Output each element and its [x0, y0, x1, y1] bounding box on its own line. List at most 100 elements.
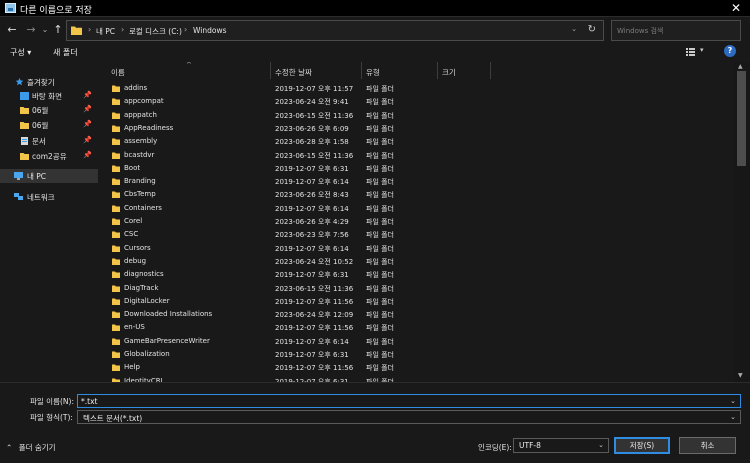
column-divider[interactable] [437, 62, 438, 79]
breadcrumb-local-disk[interactable]: 로컬 디스크 (C:) [129, 26, 182, 37]
list-item[interactable]: Containers 2019-12-07 오후 6:14 파일 폴더 [100, 203, 734, 216]
file-type: 파일 폴더 [366, 351, 394, 359]
list-item[interactable]: debug 2023-06-24 오전 10:52 파일 폴더 [100, 256, 734, 269]
folder-icon [112, 324, 120, 332]
breadcrumb-my-pc[interactable]: 내 PC [96, 26, 115, 37]
scrollbar-thumb[interactable] [737, 71, 746, 166]
list-item[interactable]: Boot 2019-12-07 오후 6:31 파일 폴더 [100, 163, 734, 176]
desktop-folder-icon [20, 92, 29, 100]
vertical-scrollbar[interactable]: ▲ ▼ [734, 62, 750, 382]
encoding-select[interactable]: UTF-8 ⌄ [513, 438, 609, 453]
cancel-button[interactable]: 취소 [679, 437, 736, 454]
view-options-dropdown[interactable]: ▾ [700, 46, 704, 54]
file-name: bcastdvr [124, 150, 155, 159]
file-date-modified: 2019-12-07 오후 6:31 [275, 164, 349, 173]
file-type: 파일 폴더 [366, 164, 394, 173]
breadcrumb-windows[interactable]: Windows [193, 26, 226, 35]
address-bar[interactable]: › 내 PC › 로컬 디스크 (C:) › Windows ⌄ ↻ [66, 20, 604, 41]
sidebar-item-quick-access[interactable]: 즐겨찾기 [0, 75, 98, 89]
file-date-modified: 2019-12-07 오후 6:14 [275, 204, 349, 213]
file-type: 파일 폴더 [366, 297, 394, 306]
save-options-panel: 파일 이름(N): ⌄ 파일 형식(T): 텍스트 문서(*.txt) ⌄ ⌃ … [0, 382, 750, 463]
file-list: ^ 이름 수정한 날짜 유형 크기 addins 2019-12-07 오후 11… [100, 62, 734, 382]
sidebar-item-com2-share[interactable]: com2공유 📌 [0, 149, 98, 163]
column-header-size[interactable]: 크기 [442, 67, 456, 78]
column-divider[interactable] [490, 62, 491, 79]
file-name: appcompat [124, 97, 164, 106]
scroll-down-button[interactable]: ▼ [738, 372, 743, 379]
sidebar-item-my-pc[interactable]: 내 PC [0, 169, 98, 183]
folder-icon [112, 178, 120, 186]
breadcrumb-separator: › [121, 25, 125, 34]
list-item[interactable]: Corel 2023-06-26 오후 4:29 파일 폴더 [100, 216, 734, 229]
folder-icon [112, 98, 120, 106]
list-item[interactable]: Globalization 2019-12-07 오후 6:31 파일 폴더 [100, 349, 734, 362]
back-button[interactable]: ← [5, 22, 19, 38]
column-divider[interactable] [270, 62, 271, 79]
list-item[interactable]: GameBarPresenceWriter 2019-12-07 오후 6:14 파… [100, 336, 734, 349]
column-divider[interactable] [361, 62, 362, 79]
sidebar-item-06-month[interactable]: 06월 📌 [0, 103, 98, 117]
forward-button[interactable]: → [24, 22, 38, 38]
column-header-date-modified[interactable]: 수정한 날짜 [275, 67, 312, 78]
list-item[interactable]: en-US 2019-12-07 오후 11:56 파일 폴더 [100, 322, 734, 335]
file-name: CbsTemp [124, 190, 156, 199]
file-date-modified: 2019-12-07 오후 11:56 [275, 297, 354, 306]
search-input[interactable] [617, 24, 727, 37]
refresh-button[interactable]: ↻ [588, 24, 596, 35]
address-dropdown-button[interactable]: ⌄ [571, 25, 577, 33]
filetype-select[interactable]: 텍스트 문서(*.txt) ⌄ [77, 410, 741, 424]
sidebar-item-documents[interactable]: 문서 📌 [0, 134, 98, 148]
save-button[interactable]: 저장(S) [614, 437, 670, 454]
file-type: 파일 폴더 [366, 231, 394, 240]
sidebar-item-desktop[interactable]: 바탕 화면 📌 [0, 89, 98, 103]
list-item[interactable]: CSC 2023-06-23 오후 7:56 파일 폴더 [100, 229, 734, 242]
list-item[interactable]: DigitalLocker 2019-12-07 오후 11:56 파일 폴더 [100, 296, 734, 309]
list-item[interactable]: AppReadiness 2023-06-26 오후 6:09 파일 폴더 [100, 123, 734, 136]
list-item[interactable]: Branding 2019-12-07 오후 6:14 파일 폴더 [100, 176, 734, 189]
filetype-dropdown-button[interactable]: ⌄ [730, 413, 736, 421]
list-item[interactable]: addins 2019-12-07 오후 11:57 파일 폴더 [100, 83, 734, 96]
view-options-icon[interactable] [686, 48, 695, 56]
folder-icon [112, 351, 120, 358]
column-header-name[interactable]: 이름 [111, 67, 125, 78]
organize-button[interactable]: 구성 ▾ [10, 47, 31, 58]
sidebar-item-label: 네트워크 [27, 193, 55, 202]
file-date-modified: 2023-06-15 오전 11:36 [275, 151, 354, 160]
sidebar-item-label: 문서 [32, 137, 46, 146]
recent-locations-button[interactable]: ⌄ [38, 22, 52, 38]
file-type: 파일 폴더 [366, 218, 394, 226]
list-item[interactable]: diagnostics 2019-12-07 오후 6:31 파일 폴더 [100, 269, 734, 282]
folder-icon [112, 298, 120, 305]
list-item[interactable]: Downloaded Installations 2023-06-24 오후 12… [100, 309, 734, 322]
sidebar-item-06-month-2[interactable]: 06월 📌 [0, 118, 98, 132]
list-item[interactable]: assembly 2023-06-28 오후 1:58 파일 폴더 [100, 136, 734, 149]
column-header-type[interactable]: 유형 [366, 67, 380, 78]
file-name: Cursors [124, 243, 151, 252]
list-item[interactable]: CbsTemp 2023-06-26 오전 8:43 파일 폴더 [100, 189, 734, 202]
sort-ascending-icon: ^ [186, 62, 192, 69]
list-item[interactable]: appcompat 2023-06-24 오전 9:41 파일 폴더 [100, 96, 734, 109]
scroll-up-button[interactable]: ▲ [738, 63, 743, 70]
up-folder-button[interactable]: ↑ [51, 22, 65, 38]
new-folder-button[interactable]: 새 폴더 [53, 47, 78, 58]
search-box[interactable] [611, 20, 741, 41]
close-button[interactable]: ✕ [726, 1, 746, 15]
file-name: Globalization [124, 350, 170, 358]
filename-dropdown-button[interactable]: ⌄ [730, 397, 736, 405]
filename-input[interactable] [81, 395, 721, 407]
folder-icon [112, 85, 120, 92]
filetype-value: 텍스트 문서(*.txt) [83, 414, 143, 423]
encoding-dropdown-button[interactable]: ⌄ [598, 441, 604, 449]
sidebar-item-network[interactable]: 네트워크 [0, 190, 98, 204]
list-item[interactable]: Help 2019-12-07 오후 11:56 파일 폴더 [100, 362, 734, 375]
file-name: DiagTrack [124, 283, 159, 292]
filename-field[interactable]: ⌄ [77, 394, 741, 408]
hide-folders-toggle[interactable]: ⌃ 폴더 숨기기 [6, 442, 56, 453]
list-item[interactable]: bcastdvr 2023-06-15 오전 11:36 파일 폴더 [100, 150, 734, 163]
list-item[interactable]: DiagTrack 2023-06-15 오전 11:36 파일 폴더 [100, 283, 734, 296]
encoding-value: UTF-8 [519, 441, 541, 450]
list-item[interactable]: apppatch 2023-06-15 오전 11:36 파일 폴더 [100, 110, 734, 123]
list-item[interactable]: Cursors 2019-12-07 오후 6:14 파일 폴더 [100, 243, 734, 256]
help-button[interactable]: ? [724, 45, 736, 57]
